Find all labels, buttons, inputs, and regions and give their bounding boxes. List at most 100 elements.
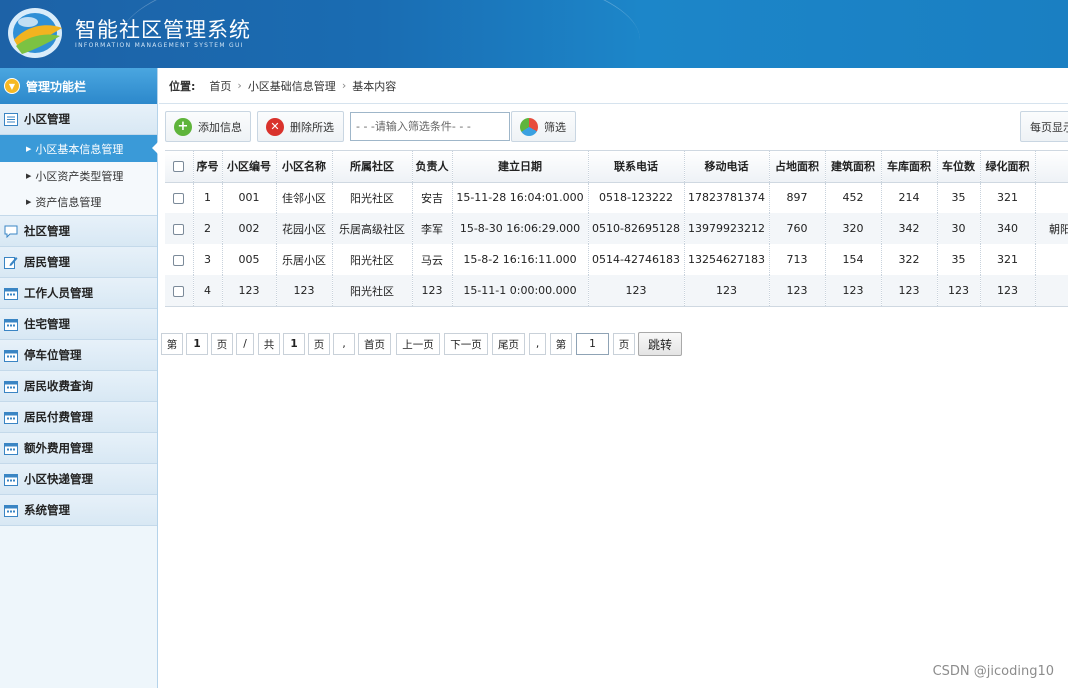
sidebar-group-parking[interactable]: 停车位管理: [0, 340, 157, 371]
table-cell: 214: [881, 182, 938, 213]
sidebar-group-system[interactable]: 系统管理: [0, 495, 157, 526]
pager-text: 页: [308, 333, 330, 355]
first-page-button[interactable]: 首页: [358, 333, 391, 355]
table-cell: 0518-123222: [588, 182, 685, 213]
table-header-row: 序号 小区编号 小区名称 所属社区 负责人 建立日期 联系电话 移动电话 占地面…: [165, 151, 1068, 183]
page-size-label: 每页显示: [1030, 120, 1068, 134]
chevron-right-icon: ›: [237, 79, 242, 92]
plus-icon: +: [174, 117, 192, 136]
column-header[interactable]: 建筑面积: [825, 151, 882, 183]
sidebar-group-payment[interactable]: 居民付费管理: [0, 402, 157, 433]
breadcrumb-section[interactable]: 小区基础信息管理: [248, 78, 336, 94]
goto-page-input[interactable]: 1: [576, 333, 609, 355]
table-cell: 15-11-28 16:04:01.000: [452, 182, 589, 213]
column-header[interactable]: 占地面积: [769, 151, 826, 183]
sidebar-group-label: 居民收费查询: [24, 379, 93, 393]
row-checkbox[interactable]: [165, 275, 194, 306]
table-cell: 15-8-2 16:16:11.000: [452, 244, 589, 275]
column-header[interactable]: 负责人: [412, 151, 453, 183]
row-checkbox[interactable]: [165, 213, 194, 244]
list-icon: [4, 112, 18, 126]
table-cell: 123: [412, 275, 453, 306]
sidebar-group-label: 居民管理: [24, 255, 70, 269]
sidebar-group-express[interactable]: 小区快递管理: [0, 464, 157, 495]
pager-text: ,: [333, 333, 355, 355]
add-info-button[interactable]: + 添加信息: [165, 111, 251, 142]
last-page-button[interactable]: 尾页: [492, 333, 525, 355]
table-cell: [1035, 275, 1068, 306]
table-cell: 2: [193, 213, 223, 244]
calendar-icon: [4, 287, 18, 300]
column-header[interactable]: 联系电话: [588, 151, 685, 183]
table-cell: [1035, 244, 1068, 275]
sidebar-group-residents[interactable]: 居民管理: [0, 247, 157, 278]
table-cell: 13979923212: [684, 213, 770, 244]
filter-button[interactable]: 筛选: [511, 111, 576, 142]
table-row[interactable]: 3 005 乐居小区 阳光社区 马云 15-8-2 16:16:11.000 0…: [165, 244, 1068, 275]
column-header[interactable]: 建立日期: [452, 151, 589, 183]
page-size-button[interactable]: 每页显示: [1020, 111, 1068, 142]
table-cell: 123: [588, 275, 685, 306]
globe-logo-icon: [8, 8, 62, 58]
pie-chart-icon: [520, 117, 538, 136]
select-all-checkbox[interactable]: [165, 151, 194, 183]
table-cell: 乐居高级社区: [332, 213, 413, 244]
table-cell: 897: [769, 182, 826, 213]
jump-button[interactable]: 跳转: [638, 332, 682, 356]
app-title: 智能社区管理系统: [75, 18, 251, 42]
breadcrumb-current: 基本内容: [352, 79, 397, 93]
row-checkbox[interactable]: [165, 182, 194, 213]
sidebar-item-asset-info[interactable]: ▶ 资产信息管理: [0, 189, 157, 216]
table-cell: 002: [222, 213, 277, 244]
table-cell: 马云: [412, 244, 453, 275]
sidebar-group-housing[interactable]: 住宅管理: [0, 309, 157, 340]
sidebar-item-asset-types[interactable]: ▶ 小区资产类型管理: [0, 162, 157, 189]
column-header[interactable]: 小区编号: [222, 151, 277, 183]
filter-input[interactable]: [350, 112, 510, 141]
chat-icon: [4, 225, 18, 238]
column-header[interactable]: 车库面积: [881, 151, 938, 183]
sidebar-group-community-management[interactable]: 小区管理: [0, 104, 157, 135]
sidebar-group-label: 社区管理: [24, 224, 70, 238]
table-cell: 13254627183: [684, 244, 770, 275]
column-header[interactable]: 所属社区: [332, 151, 413, 183]
table-cell: 123: [881, 275, 938, 306]
column-header[interactable]: 绿化面积: [980, 151, 1036, 183]
table-cell: 001: [222, 182, 277, 213]
sidebar-group-label: 工作人员管理: [24, 286, 93, 300]
delete-selected-button[interactable]: ✕ 删除所选: [257, 111, 344, 142]
next-page-button[interactable]: 下一页: [444, 333, 488, 355]
table-cell: 320: [825, 213, 882, 244]
sidebar-group-neighborhood[interactable]: 社区管理: [0, 216, 157, 247]
table-row[interactable]: 2 002 花园小区 乐居高级社区 李军 15-8-30 16:06:29.00…: [165, 213, 1068, 244]
close-icon: ✕: [266, 117, 284, 136]
column-header[interactable]: 移动电话: [684, 151, 770, 183]
table-row[interactable]: 1 001 佳邻小区 阳光社区 安吉 15-11-28 16:04:01.000…: [165, 182, 1068, 213]
sidebar-header[interactable]: ▼ 管理功能栏: [0, 68, 157, 104]
sidebar-item-label: 小区基本信息管理: [35, 142, 124, 156]
sidebar-item-basic-info[interactable]: ▶ 小区基本信息管理: [0, 135, 158, 162]
row-checkbox[interactable]: [165, 244, 194, 275]
toolbar: + 添加信息 ✕ 删除所选 筛选 每页显示: [165, 111, 1068, 143]
column-header[interactable]: 序号: [193, 151, 223, 183]
main-content: 位置: 首页 › 小区基础信息管理 › 基本内容 + 添加信息 ✕ 删除所选 筛…: [159, 68, 1068, 688]
sidebar-group-fee-query[interactable]: 居民收费查询: [0, 371, 157, 402]
table-cell: 0514-42746183: [588, 244, 685, 275]
pager-text: 第: [550, 333, 572, 355]
table-cell: 123: [825, 275, 882, 306]
table-cell: 15-8-30 16:06:29.000: [452, 213, 589, 244]
collapse-arrow-icon[interactable]: ▼: [4, 78, 20, 94]
triangle-right-icon: ▶: [26, 144, 32, 153]
breadcrumb-home[interactable]: 首页: [209, 78, 231, 94]
calendar-icon: [4, 380, 18, 393]
table-cell: 760: [769, 213, 826, 244]
prev-page-button[interactable]: 上一页: [396, 333, 440, 355]
column-header[interactable]: 车位数: [937, 151, 981, 183]
table-cell: 乐居小区: [276, 244, 333, 275]
sidebar-item-label: 小区资产类型管理: [35, 169, 124, 183]
table-cell: 佳邻小区: [276, 182, 333, 213]
column-header[interactable]: 小区名称: [276, 151, 333, 183]
sidebar-group-staff[interactable]: 工作人员管理: [0, 278, 157, 309]
table-row[interactable]: 4 123 123 阳光社区 123 15-11-1 0:00:00.000 1…: [165, 275, 1068, 306]
sidebar-group-extra-fees[interactable]: 额外费用管理: [0, 433, 157, 464]
